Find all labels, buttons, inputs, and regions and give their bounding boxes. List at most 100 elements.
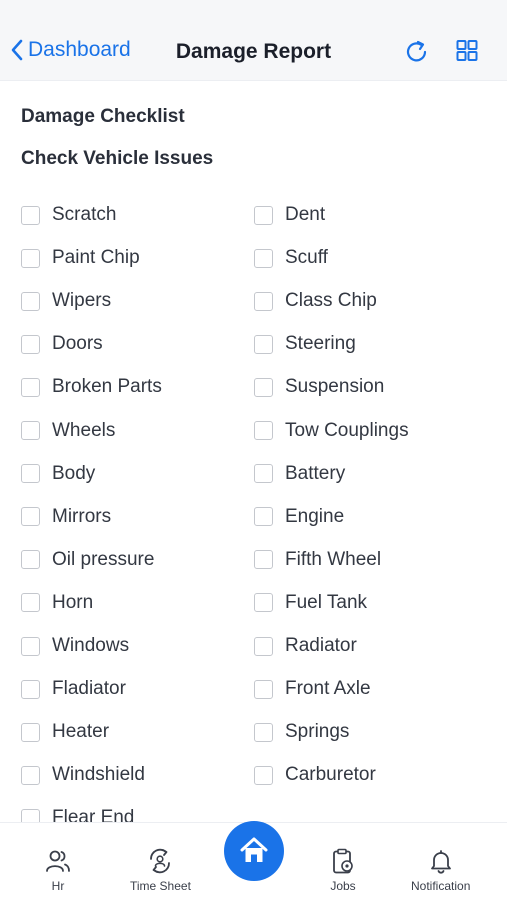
checkbox[interactable]: [254, 765, 273, 785]
tab-timesheet-label: Time Sheet: [130, 879, 191, 893]
checklist-item[interactable]: Fifth Wheel: [254, 545, 381, 575]
checklist-item[interactable]: Wheels: [21, 416, 115, 446]
checkbox[interactable]: [254, 421, 273, 440]
checklist-item-label: Battery: [285, 462, 346, 484]
checklist-item-label: Front Axle: [285, 678, 371, 700]
checkbox[interactable]: [21, 334, 40, 354]
checkbox[interactable]: [254, 550, 273, 570]
people-icon: [46, 850, 70, 872]
checkbox[interactable]: [254, 679, 273, 699]
checkbox[interactable]: [21, 765, 40, 785]
checklist-item-label: Paint Chip: [52, 247, 140, 269]
checklist-item[interactable]: Springs: [254, 717, 349, 747]
checklist-item[interactable]: Oil pressure: [21, 545, 154, 575]
tab-hr[interactable]: Hr: [44, 847, 72, 893]
checkbox[interactable]: [254, 291, 273, 311]
checklist-item[interactable]: Carburetor: [254, 760, 376, 790]
checkbox[interactable]: [21, 421, 40, 440]
checklist-item[interactable]: Broken Parts: [21, 372, 162, 402]
app-header: Dashboard Damage Report: [0, 0, 507, 81]
checklist-item-label: Wipers: [52, 290, 112, 312]
checklist-item[interactable]: Fladiator: [21, 674, 126, 704]
checkbox[interactable]: [254, 464, 273, 484]
checklist-item-label: Engine: [285, 505, 345, 527]
checklist-item[interactable]: Radiator: [254, 631, 357, 661]
checklist-item[interactable]: Heater: [21, 717, 109, 747]
checklist-item-label: Windshield: [52, 764, 145, 786]
checklist-item[interactable]: Wipers: [21, 286, 111, 316]
checklist-item-label: Doors: [52, 333, 103, 355]
checklist-item-label: Springs: [285, 721, 350, 743]
checkbox[interactable]: [21, 593, 40, 613]
checklist-item[interactable]: Dent: [254, 200, 325, 230]
checklist-item[interactable]: Scuff: [254, 243, 328, 273]
checkbox[interactable]: [254, 722, 273, 742]
checkbox[interactable]: [254, 593, 273, 613]
checklist-item-label: Suspension: [285, 376, 385, 398]
checklist-item-label: Wheels: [52, 419, 116, 441]
checklist-item[interactable]: Suspension: [254, 372, 384, 402]
checkbox[interactable]: [254, 205, 273, 225]
checklist-item[interactable]: Windows: [21, 631, 129, 661]
checklist-item-label: Carburetor: [285, 764, 376, 786]
checklist-item-label: Scratch: [52, 204, 117, 225]
checklist-item[interactable]: Mirrors: [21, 502, 111, 532]
checklist-item[interactable]: Scratch: [21, 200, 116, 230]
checklist-item[interactable]: Battery: [254, 459, 345, 489]
checklist-item-label: Fuel Tank: [285, 591, 368, 613]
tab-notification-label: Notification: [411, 879, 471, 893]
tab-timesheet[interactable]: Time Sheet: [130, 847, 191, 893]
checklist-item[interactable]: Paint Chip: [21, 243, 140, 273]
checkbox[interactable]: [21, 248, 40, 268]
checklist-item-label: Tow Couplings: [285, 419, 409, 441]
home-button[interactable]: [224, 821, 284, 881]
checklist-item-label: Oil pressure: [52, 548, 155, 570]
checklist-item-label: Heater: [52, 721, 110, 743]
damage-checklist-heading: Damage Checklist: [21, 106, 185, 127]
checklist-item[interactable]: Tow Couplings: [254, 416, 409, 446]
checkbox[interactable]: [21, 679, 40, 699]
checklist-item[interactable]: Windshield: [21, 760, 145, 790]
checklist-item-label: Flear End: [52, 807, 135, 822]
page-title: Damage Report: [175, 40, 332, 63]
tab-hr-label: Hr: [51, 879, 65, 893]
checkbox[interactable]: [254, 507, 273, 527]
checkbox[interactable]: [254, 334, 273, 354]
checklist-item[interactable]: Flear End: [21, 803, 134, 822]
grid-view-button[interactable]: [455, 38, 479, 69]
tab-notification[interactable]: Notification: [411, 847, 470, 893]
checklist-item[interactable]: Horn: [21, 588, 93, 618]
checklist-item[interactable]: Body: [21, 459, 95, 489]
checklist-item[interactable]: Front Axle: [254, 674, 371, 704]
checklist-item-label: Mirrors: [52, 505, 112, 527]
checkbox[interactable]: [21, 808, 40, 822]
checklist-item-label: Fifth Wheel: [285, 548, 382, 570]
checklist-item-label: Body: [52, 462, 96, 484]
home-icon: [240, 837, 268, 862]
refresh-icon: [406, 40, 427, 62]
tab-jobs-label: Jobs: [330, 879, 356, 893]
checkbox[interactable]: [21, 205, 40, 225]
checkbox[interactable]: [254, 248, 273, 268]
checkbox[interactable]: [254, 636, 273, 656]
checklist-item-label: Steering: [285, 333, 356, 355]
checklist-item-label: Scuff: [285, 247, 328, 269]
checkbox[interactable]: [254, 377, 273, 397]
checklist-item[interactable]: Steering: [254, 329, 356, 359]
checklist-item[interactable]: Class Chip: [254, 286, 377, 316]
checkbox[interactable]: [21, 377, 40, 397]
check-vehicle-issues-heading: Check Vehicle Issues: [21, 148, 214, 169]
tab-jobs[interactable]: Jobs: [329, 847, 357, 893]
checklist-item[interactable]: Engine: [254, 502, 344, 532]
checkbox[interactable]: [21, 550, 40, 570]
checkbox[interactable]: [21, 507, 40, 527]
checklist-item[interactable]: Doors: [21, 329, 103, 359]
checkbox[interactable]: [21, 722, 40, 742]
checklist-item-label: Windows: [52, 635, 130, 656]
checkbox[interactable]: [21, 291, 40, 311]
checklist-content[interactable]: Damage Checklist Check Vehicle Issues Sc…: [0, 80, 507, 822]
checkbox[interactable]: [21, 636, 40, 656]
checklist-item[interactable]: Fuel Tank: [254, 588, 367, 618]
refresh-button[interactable]: [404, 38, 430, 71]
checkbox[interactable]: [21, 464, 40, 484]
